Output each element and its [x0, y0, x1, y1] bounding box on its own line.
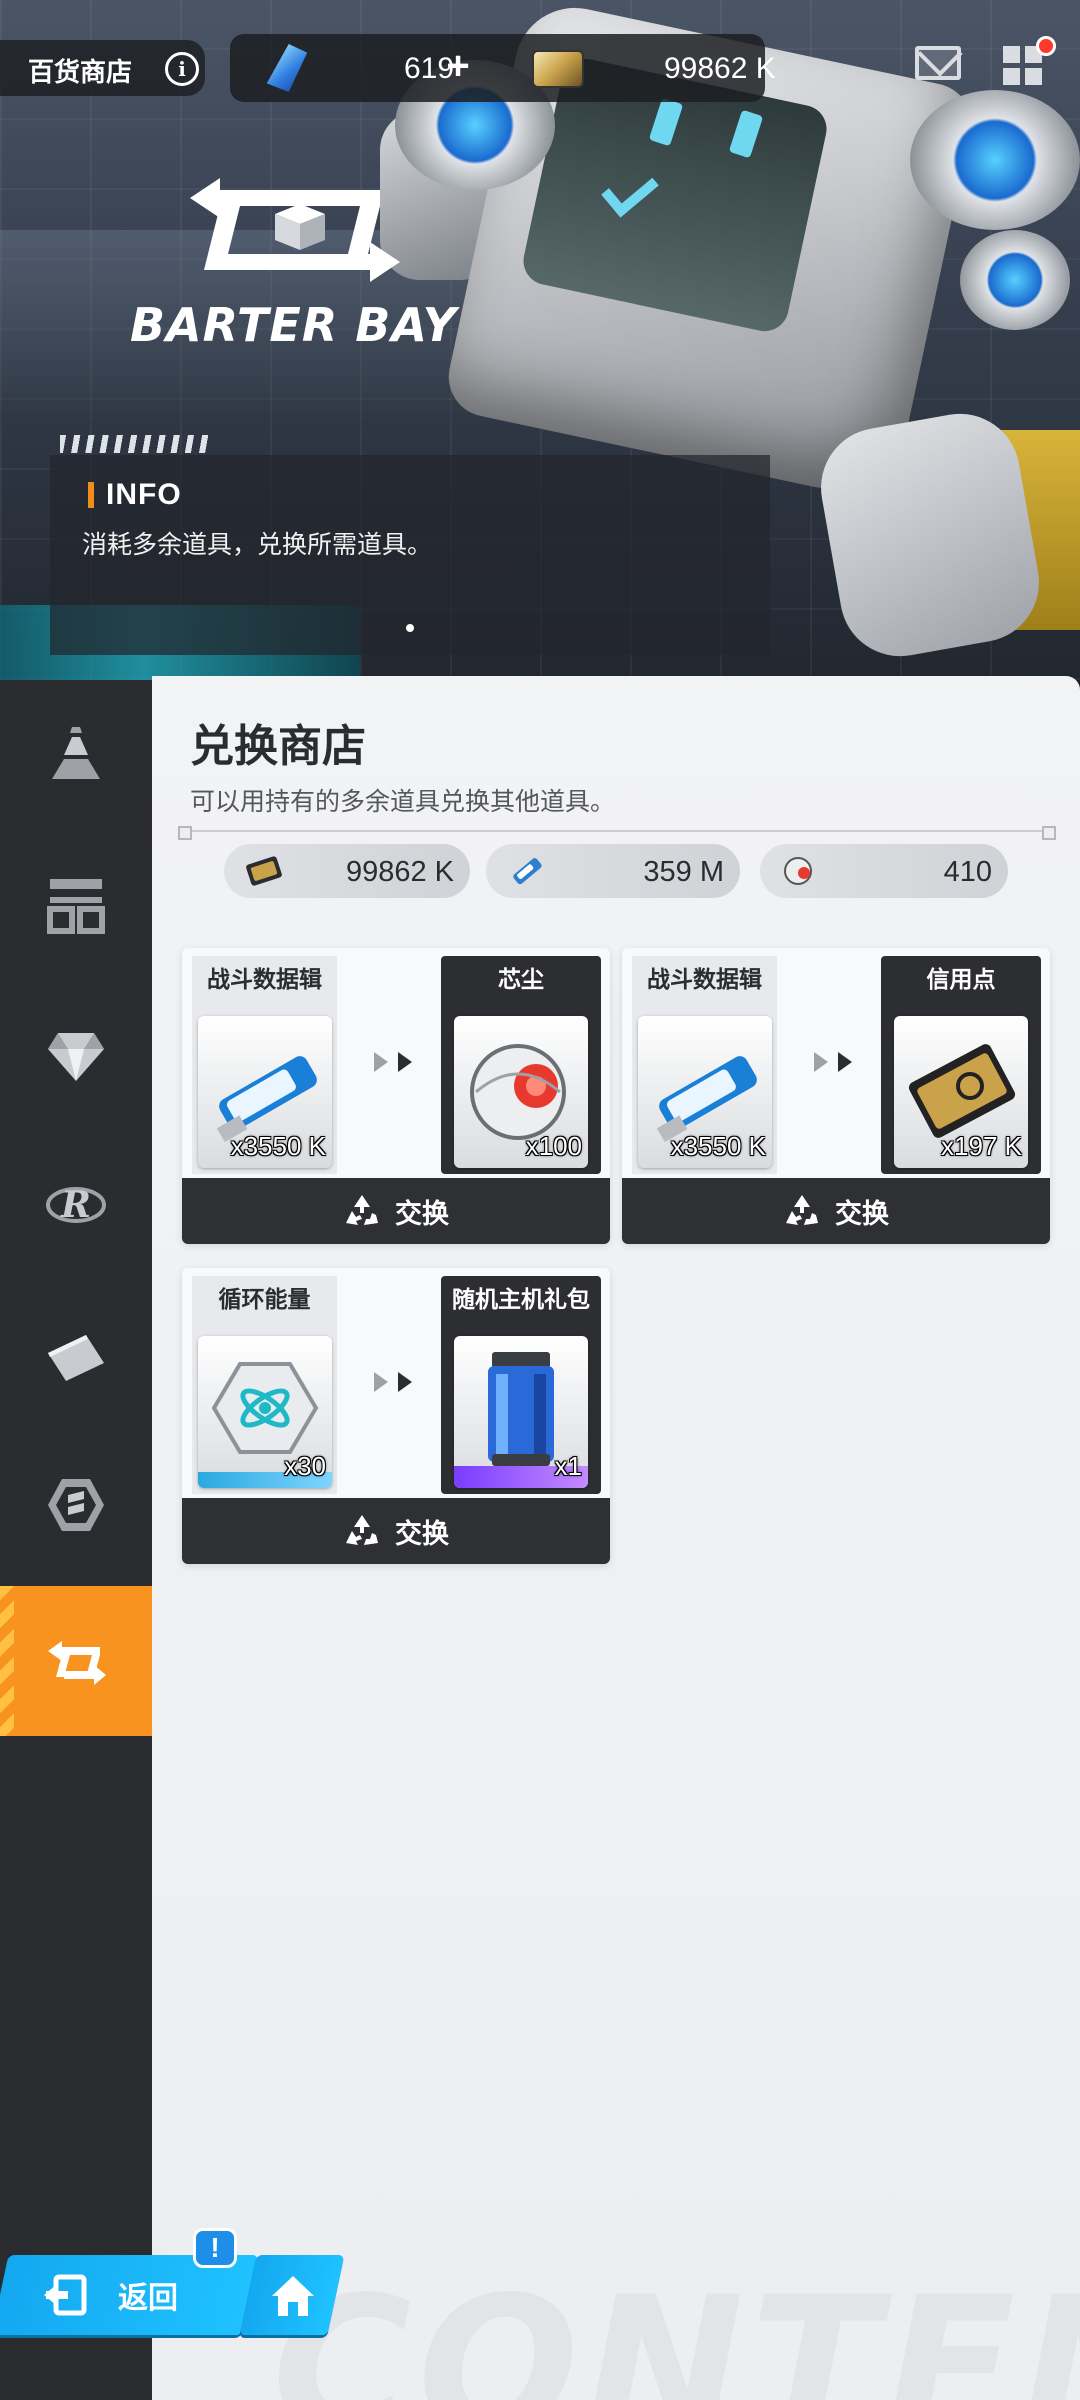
exchange-arrow-icon: [814, 1052, 858, 1076]
shop-sidebar: R: [0, 680, 166, 2400]
source-item-name: 战斗数据辑: [207, 966, 322, 992]
exchange-card: 循环能量 x30 随机主机礼包 x1 交换: [182, 1268, 610, 1564]
target-item-name: 随机主机礼包: [452, 1286, 590, 1312]
robot-disc: [910, 90, 1080, 230]
sidebar-item-barter-exchange[interactable]: [0, 1586, 166, 1736]
item-quantity: x1: [554, 1451, 582, 1481]
balance-value: 99862 K: [345, 856, 454, 888]
carousel-indicator[interactable]: [406, 624, 414, 632]
item-quantity: x100: [525, 1131, 582, 1161]
source-item-tile[interactable]: x3550 K: [638, 1016, 772, 1168]
recycle-icon: [786, 1195, 818, 1225]
exchange-label: 交换: [835, 1198, 889, 1229]
hex-shop-icon: [48, 1479, 104, 1531]
item-quantity: x3550 K: [230, 1131, 326, 1161]
item-quantity: x197 K: [941, 1131, 1022, 1161]
battle-data-icon: [513, 858, 542, 885]
recycle-shop-icon: R: [46, 1184, 106, 1226]
recycle-icon: [346, 1195, 378, 1225]
source-item-name: 循环能量: [218, 1286, 311, 1312]
credit-card-icon: [532, 50, 584, 88]
home-icon[interactable]: [270, 2274, 316, 2318]
exchange-card: 战斗数据辑 x3550 K 信用点 x197 K 交换: [622, 948, 1050, 1244]
robot-disc: [960, 230, 1070, 330]
target-item-name: 信用点: [926, 966, 996, 992]
barter-bay-logo: BARTER BAY: [130, 170, 490, 360]
shop-title: 百货商店: [28, 57, 133, 87]
svg-text:R: R: [60, 1184, 91, 1226]
target-item-name: 芯尘: [498, 966, 544, 992]
general-shop-icon: [52, 727, 100, 779]
sidebar-item-recycle-shop[interactable]: R: [0, 1130, 152, 1280]
info-stripes: [60, 435, 210, 453]
recycle-icon: [346, 1515, 378, 1545]
balance-battle-data: 359 M: [486, 844, 740, 898]
back-label: 返回: [118, 2282, 178, 2315]
exchange-label: 交换: [395, 1198, 449, 1229]
add-gems-button[interactable]: +: [442, 46, 474, 86]
sidebar-item-hex-shop[interactable]: [0, 1430, 152, 1580]
gem-shop-icon: [48, 1033, 104, 1081]
balance-credits: 99862 K: [224, 844, 470, 898]
exchange-arrow-icon: [374, 1052, 418, 1076]
exchange-button[interactable]: 交换: [622, 1178, 1050, 1244]
core-dust-icon: [784, 857, 812, 885]
balance-core-dust: 410: [760, 844, 1008, 898]
exchange-button[interactable]: 交换: [182, 1498, 610, 1564]
exit-icon: [44, 2274, 87, 2316]
info-text: 消耗多余道具，兑换所需道具。: [82, 531, 433, 559]
credit-count: 99862 K: [664, 52, 776, 85]
balance-value: 410: [943, 856, 992, 888]
sidebar-item-general-shop[interactable]: [0, 680, 152, 830]
mail-icon[interactable]: [915, 46, 961, 80]
info-title: INFO: [88, 478, 182, 512]
watermark-text: CONTENT: [272, 2256, 1080, 2400]
balance-value: 359 M: [643, 856, 724, 888]
info-icon[interactable]: i: [165, 52, 199, 86]
sidebar-item-gem-shop[interactable]: [0, 980, 152, 1130]
target-item-tile[interactable]: x1: [454, 1336, 588, 1488]
sidebar-item-arena-shop[interactable]: [0, 830, 152, 980]
exchange-shop-panel: 兑换商店 可以用持有的多余道具兑换其他道具。 99862 K 359 M 410…: [152, 676, 1080, 2400]
alert-badge[interactable]: !: [193, 2228, 237, 2268]
sidebar-item-ticket-shop[interactable]: [0, 1280, 152, 1430]
top-bar: 百货商店 i 619 + 99862 K: [0, 30, 1080, 110]
exchange-button[interactable]: 交换: [182, 1178, 610, 1244]
credit-card-icon: [246, 856, 282, 886]
arena-shop-icon: [47, 879, 105, 934]
ticket-shop-icon: [48, 1335, 104, 1381]
divider: [178, 826, 1056, 840]
exchange-label: 交换: [395, 1518, 449, 1549]
exchange-arrow-icon: [374, 1372, 418, 1396]
page-subtitle: 可以用持有的多余道具兑换其他道具。: [190, 788, 616, 816]
source-item-name: 战斗数据辑: [647, 966, 762, 992]
target-item-tile[interactable]: x100: [454, 1016, 588, 1168]
item-quantity: x3550 K: [670, 1131, 766, 1161]
barter-exchange-icon: [48, 1641, 106, 1685]
notification-dot: [1036, 36, 1056, 56]
item-quantity: x30: [284, 1451, 326, 1481]
barter-logo-icon: [190, 178, 400, 282]
logo-text: BARTER BAY: [130, 298, 457, 352]
source-item-tile[interactable]: x30: [198, 1336, 332, 1488]
exchange-card: 战斗数据辑 x3550 K 芯尘 x100 交换: [182, 948, 610, 1244]
target-item-tile[interactable]: x197 K: [894, 1016, 1028, 1168]
page-title: 兑换商店: [190, 722, 366, 771]
source-item-tile[interactable]: x3550 K: [198, 1016, 332, 1168]
